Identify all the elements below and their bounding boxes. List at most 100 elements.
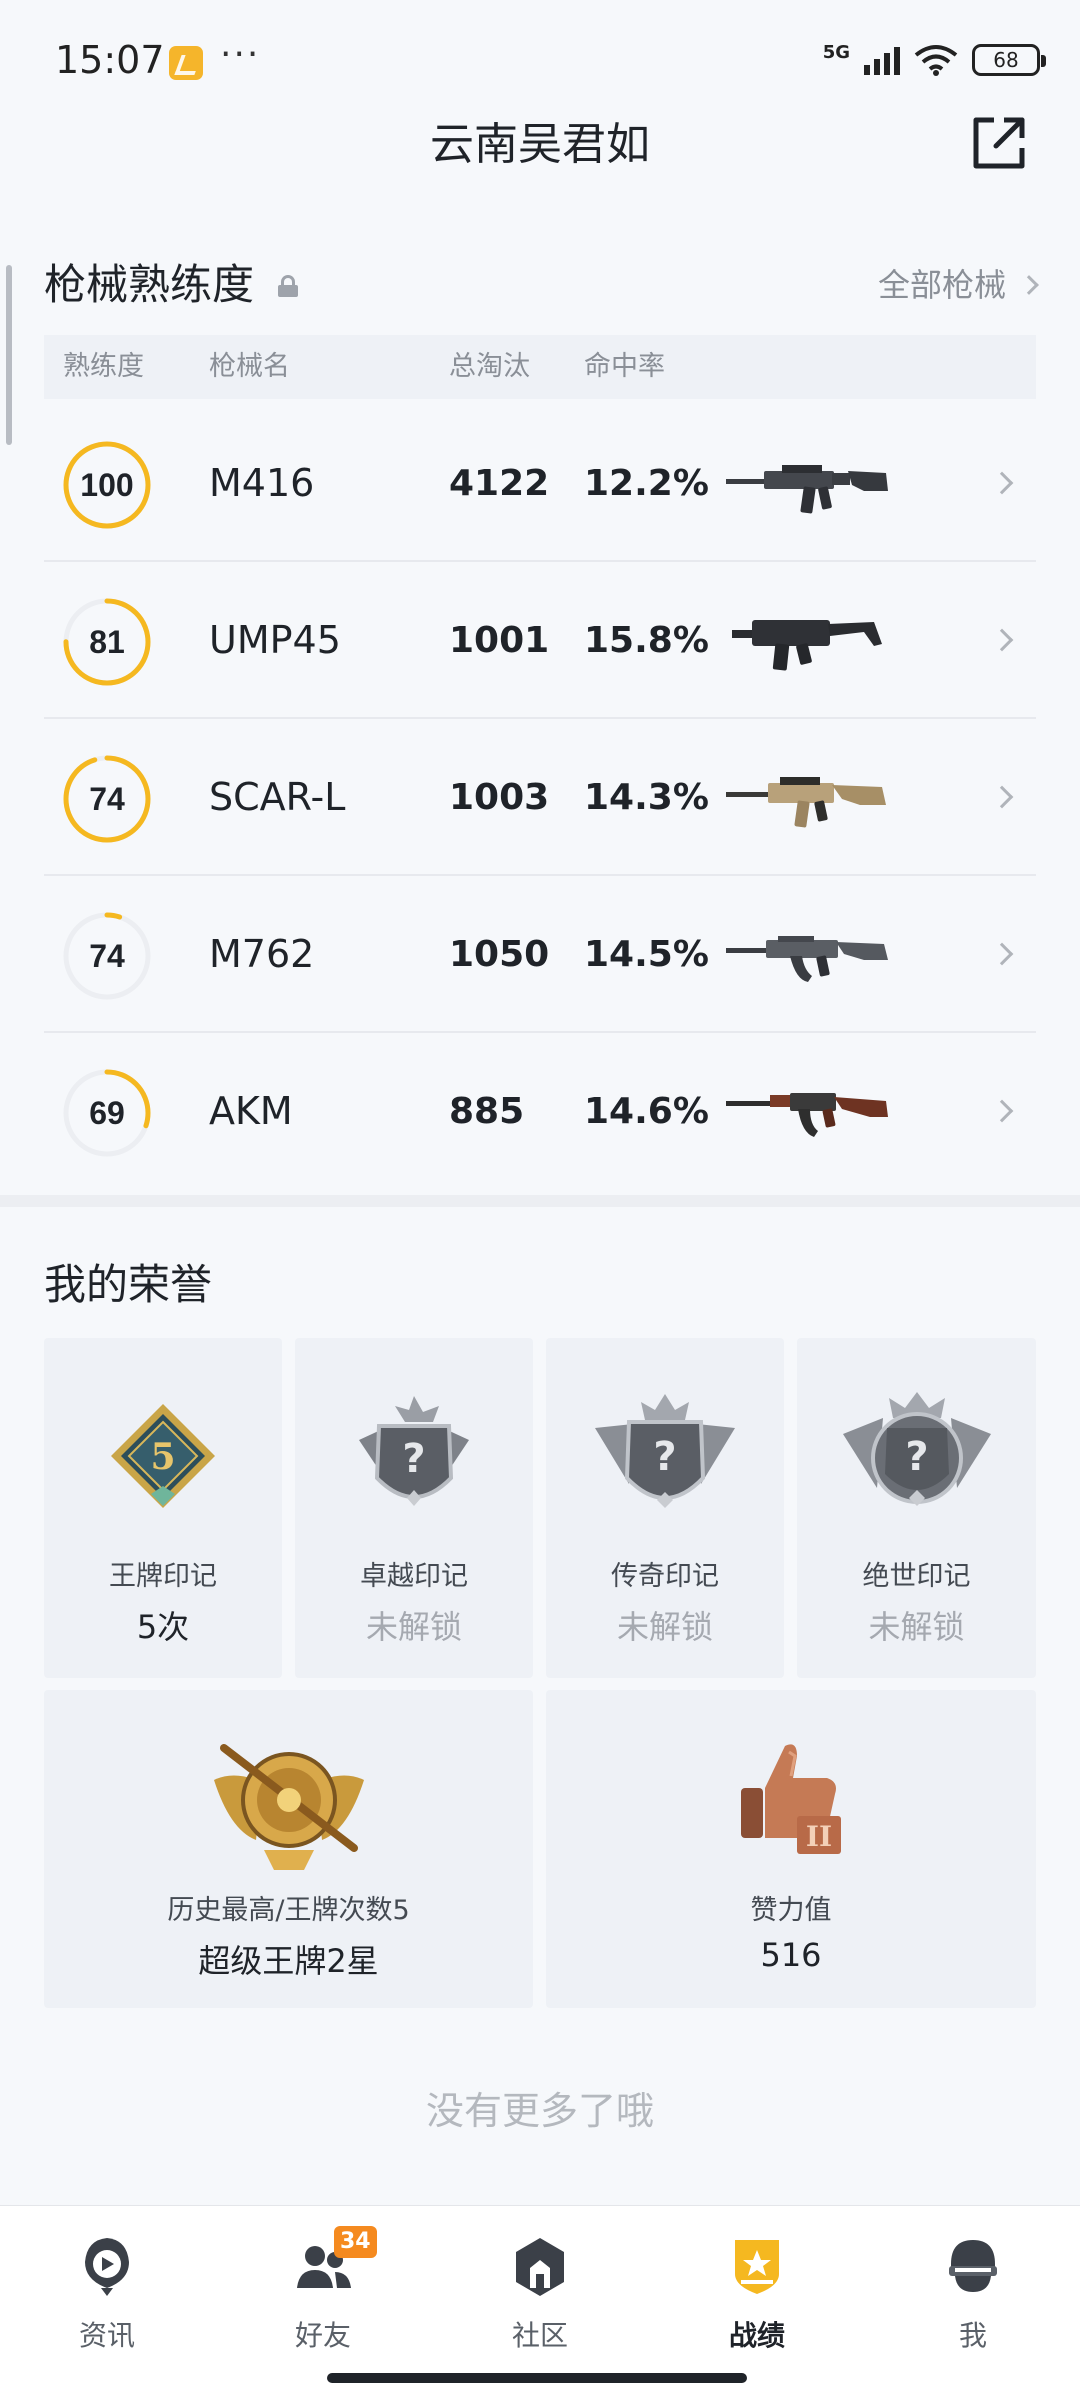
status-bar: 15:07 ··· 5G 68	[0, 0, 1080, 120]
nav-item-profile[interactable]: 我	[898, 2226, 1048, 2356]
scarl-rifle-icon	[726, 777, 886, 828]
weapon-row[interactable]: 74 SCAR-L 1003 14.3%	[44, 719, 1036, 876]
status-time: 15:07	[55, 38, 165, 82]
honor-name: 绝世印记	[862, 1561, 971, 1592]
weapon-row[interactable]: 100 M416 4122 12.2%	[44, 405, 1036, 562]
all-weapons-label: 全部枪械	[877, 266, 1006, 304]
column-proficiency: 熟练度	[63, 351, 144, 382]
rank-value: 超级王牌2星	[198, 1942, 379, 1980]
weapon-kills: 1003	[449, 777, 550, 818]
scrollbar[interactable]	[6, 265, 12, 445]
weapon-accuracy: 12.2%	[584, 463, 709, 504]
notification-app-icon	[169, 46, 203, 80]
honor-value: 未解锁	[365, 1608, 462, 1646]
honor-name: 王牌印记	[109, 1561, 217, 1592]
honor-name: 传奇印记	[611, 1561, 719, 1592]
weapon-section-header: 枪械熟练度 全部枪械	[44, 250, 1039, 320]
m762-rifle-icon	[726, 936, 888, 982]
weapon-name: AKM	[209, 1089, 293, 1133]
weapon-row[interactable]: 69 AKM 885 14.6%	[44, 1033, 1036, 1190]
peerless-mark-icon: ?	[842, 1392, 991, 1506]
weapon-accuracy: 14.5%	[584, 934, 709, 975]
community-icon	[516, 2238, 564, 2296]
column-total-kills: 总淘汰	[449, 351, 530, 382]
nav-item-friends[interactable]: 34 好友	[248, 2226, 398, 2356]
friends-badge: 34	[334, 2226, 377, 2258]
battery-level: 68	[993, 48, 1019, 72]
wifi-icon	[914, 45, 958, 76]
network-type: 5G	[822, 41, 850, 63]
rank-badge-icon	[213, 1744, 364, 1870]
nav-item-community[interactable]: 社区	[465, 2226, 615, 2356]
svg-text:?: ?	[653, 1434, 676, 1480]
honor-name: 卓越印记	[360, 1561, 468, 1592]
svg-text:II: II	[806, 1820, 832, 1853]
honor-card-rank[interactable]: 历史最高/王牌次数5 超级王牌2星	[44, 1690, 533, 2008]
nav-label: 资讯	[78, 2319, 135, 2352]
share-icon[interactable]	[968, 112, 1030, 174]
honor-value: 未解锁	[616, 1608, 713, 1646]
nav-item-news[interactable]: 资讯	[32, 2226, 182, 2356]
honor-card-ace[interactable]: 5 王牌印记 5次	[44, 1338, 282, 1678]
thumbs-up-trophy-icon: II	[741, 1744, 841, 1854]
weapon-row[interactable]: 81 UMP45 1001 15.8%	[44, 562, 1036, 719]
record-icon	[735, 2240, 779, 2294]
status-indicators: 5G 68	[822, 41, 1046, 76]
honor-card-peerless[interactable]: ? 绝世印记 未解锁	[797, 1338, 1036, 1678]
weapon-row[interactable]: 74 M762 1050 14.5%	[44, 876, 1036, 1033]
news-icon	[85, 2238, 129, 2296]
bottom-nav: 资讯 34 好友 社区 战绩 我	[0, 2205, 1080, 2400]
column-weapon-name: 枪械名	[209, 351, 290, 382]
more-notifications-icon: ···	[220, 34, 261, 75]
svg-text:?: ?	[905, 1434, 928, 1480]
weapon-name: M762	[209, 932, 315, 976]
weapon-section-title: 枪械熟练度	[44, 260, 255, 309]
proficiency-value: 69	[89, 1094, 125, 1131]
proficiency-value: 81	[89, 623, 125, 660]
nav-label: 战绩	[728, 2319, 785, 2352]
honors-title: 我的荣誉	[44, 1260, 213, 1309]
page-title: 云南吴君如	[430, 119, 650, 170]
home-indicator[interactable]	[327, 2373, 747, 2383]
honor-card-excellence[interactable]: ? 卓越印记 未解锁	[295, 1338, 533, 1678]
weapon-accuracy: 14.6%	[584, 1091, 709, 1132]
nav-label: 社区	[511, 2319, 568, 2352]
honor-card-legend[interactable]: ? 传奇印记 未解锁	[546, 1338, 784, 1678]
m416-rifle-icon	[726, 465, 888, 514]
weapon-name: UMP45	[209, 618, 341, 662]
weapon-accuracy: 15.8%	[584, 620, 709, 661]
weapon-table-header: 熟练度 枪械名 总淘汰 命中率	[44, 335, 1036, 399]
lock-icon[interactable]	[277, 275, 299, 297]
ump45-smg-icon	[732, 620, 882, 671]
signal-icon	[864, 45, 900, 75]
weapon-kills: 4122	[449, 463, 550, 504]
weapon-accuracy: 14.3%	[584, 777, 709, 818]
rank-label: 历史最高/王牌次数5	[167, 1895, 410, 1926]
excellence-mark-icon: ?	[359, 1396, 469, 1506]
chevron-right-icon	[990, 1099, 1014, 1123]
nav-label: 我	[958, 2319, 987, 2352]
weapon-kills: 885	[449, 1091, 525, 1132]
ace-mark-icon: 5	[111, 1404, 215, 1508]
chevron-right-icon	[990, 471, 1014, 495]
chevron-right-icon	[990, 785, 1014, 809]
chevron-right-icon	[1019, 275, 1039, 295]
app-header: 云南吴君如	[0, 110, 1080, 220]
weapon-name: M416	[209, 461, 315, 505]
proficiency-value: 100	[80, 466, 134, 503]
honor-value: 5次	[136, 1608, 190, 1646]
column-accuracy: 命中率	[584, 351, 665, 382]
section-divider	[0, 1195, 1080, 1207]
chevron-right-icon	[990, 628, 1014, 652]
weapon-kills: 1001	[449, 620, 550, 661]
profile-icon	[949, 2240, 997, 2292]
likes-value: 516	[760, 1936, 822, 1974]
nav-item-record[interactable]: 战绩	[682, 2226, 832, 2356]
weapon-kills: 1050	[449, 934, 550, 975]
proficiency-value: 74	[89, 780, 125, 817]
legend-mark-icon: ?	[595, 1394, 735, 1508]
honor-card-likes[interactable]: II 赞力值 516	[546, 1690, 1036, 2008]
proficiency-value: 74	[89, 937, 125, 974]
all-weapons-link[interactable]: 全部枪械	[877, 250, 1039, 320]
svg-text:?: ?	[402, 1436, 425, 1482]
